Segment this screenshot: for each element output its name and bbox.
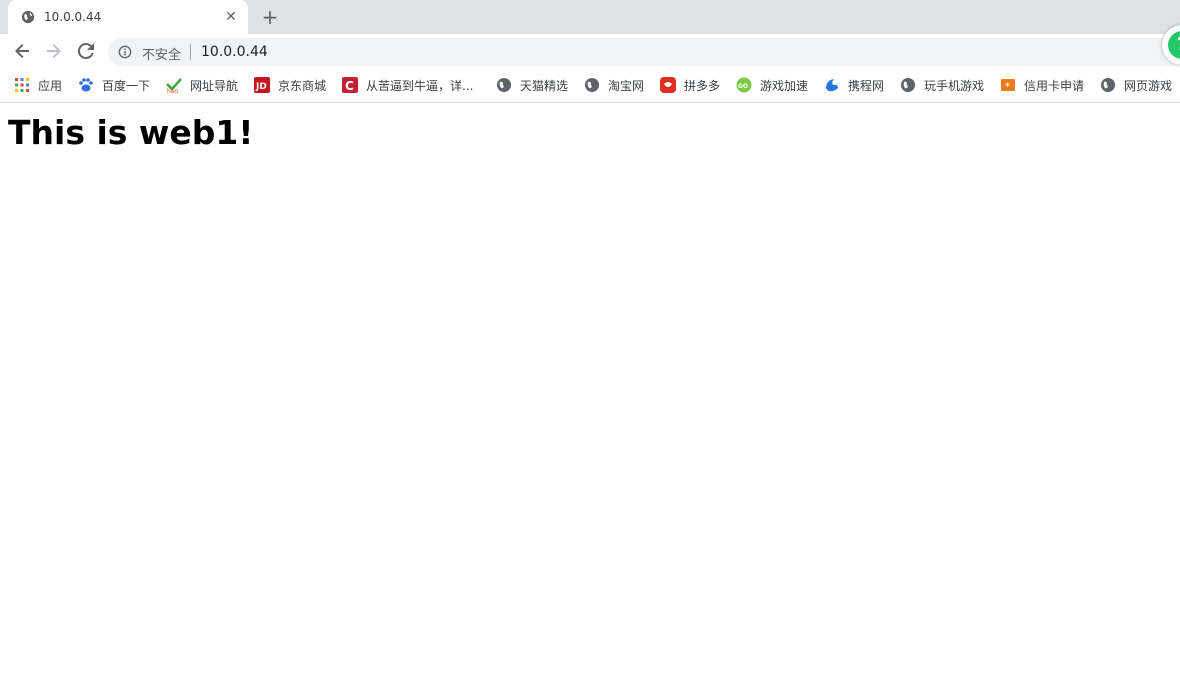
address-bar[interactable]: 不安全 10.0.0.44 xyxy=(108,38,1180,66)
game-boost-icon: GO xyxy=(736,77,752,93)
bookmark-mobile-games[interactable]: 玩手机游戏 xyxy=(900,76,984,94)
globe-icon xyxy=(901,78,915,92)
page-heading: This is web1! xyxy=(8,113,254,152)
svg-text:C: C xyxy=(345,79,354,93)
ctrip-icon xyxy=(826,79,838,92)
bookmark-pinduoduo[interactable]: 拼多多 xyxy=(660,76,720,94)
toolbar: 不安全 10.0.0.44 xyxy=(0,34,1180,68)
globe-icon xyxy=(497,78,511,92)
browser-window: 10.0.0.44 ✕ + 不安全 10.0.0.44 应用 百度一下 hao … xyxy=(0,0,1180,698)
bookmark-csdn[interactable]: C 从苦逼到牛逼，详... xyxy=(342,76,473,94)
bookmark-label: 百度一下 xyxy=(102,78,151,93)
bookmark-apps[interactable]: 应用 xyxy=(14,76,62,94)
bookmark-hao123[interactable]: hao 网址导航 xyxy=(166,76,238,94)
jd-icon: JD xyxy=(254,77,270,93)
bookmark-label: 天猫精选 xyxy=(520,78,569,93)
bookmark-label: 京东商城 xyxy=(278,78,327,93)
bookmark-label: 网址导航 xyxy=(190,78,239,93)
security-status[interactable]: 不安全 xyxy=(142,44,181,63)
svg-text:*: * xyxy=(1005,82,1010,92)
forward-arrow-icon xyxy=(47,44,61,58)
csdn-icon: C xyxy=(342,77,358,93)
bookmark-baidu[interactable]: 百度一下 xyxy=(78,76,150,94)
bookmark-taobao[interactable]: 淘宝网 xyxy=(584,76,644,94)
bookmark-label: 携程网 xyxy=(848,78,885,93)
globe-icon xyxy=(21,10,35,24)
svg-text:JD: JD xyxy=(255,82,267,92)
back-button[interactable] xyxy=(10,39,34,63)
baidu-paw-icon xyxy=(79,78,93,92)
bookmark-label: 淘宝网 xyxy=(608,78,645,93)
extension-icon: ? xyxy=(1168,31,1180,59)
bookmark-jd[interactable]: JD 京东商城 xyxy=(254,76,326,94)
page-content: This is web1! xyxy=(0,103,1180,698)
tab-strip: 10.0.0.44 ✕ + xyxy=(0,0,1180,34)
tab-close-icon[interactable]: ✕ xyxy=(222,8,240,26)
bookmark-label: 网页游戏 xyxy=(1124,78,1173,93)
reload-button[interactable] xyxy=(74,39,98,63)
bookmark-credit-card[interactable]: * 信用卡申请 xyxy=(1000,76,1084,94)
url-text[interactable]: 10.0.0.44 xyxy=(201,44,268,60)
credit-card-icon: * xyxy=(1001,79,1015,92)
tab-title: 10.0.0.44 xyxy=(44,10,102,24)
bookmark-label: 玩手机游戏 xyxy=(924,78,985,93)
bookmark-game-boost[interactable]: GO 游戏加速 xyxy=(736,76,808,94)
bookmark-tmall[interactable]: 天猫精选 xyxy=(496,76,568,94)
hao123-icon: hao xyxy=(166,78,182,93)
bookmark-web-games[interactable]: 网页游戏 xyxy=(1100,76,1172,94)
globe-icon xyxy=(1101,78,1115,92)
bookmark-label: 从苦逼到牛逼，详... xyxy=(366,78,474,93)
svg-text:GO: GO xyxy=(738,83,748,90)
svg-text:hao: hao xyxy=(167,88,178,93)
new-tab-button[interactable]: + xyxy=(259,6,281,28)
forward-button[interactable] xyxy=(42,39,66,63)
back-arrow-icon xyxy=(15,44,29,58)
bookmark-label: 信用卡申请 xyxy=(1024,78,1085,93)
info-icon[interactable] xyxy=(118,45,132,59)
omnibox-divider xyxy=(190,44,191,60)
globe-icon xyxy=(585,78,599,92)
reload-icon xyxy=(78,43,94,59)
bookmark-label: 应用 xyxy=(38,78,63,93)
bookmark-label: 拼多多 xyxy=(684,78,721,93)
tab-active[interactable]: 10.0.0.44 ✕ xyxy=(8,0,248,34)
bookmark-label: 游戏加速 xyxy=(760,78,809,93)
pinduoduo-icon xyxy=(660,77,676,93)
apps-grid-icon xyxy=(15,78,29,92)
bookmark-ctrip[interactable]: 携程网 xyxy=(824,76,884,94)
bookmarks-bar: 应用 百度一下 hao 网址导航 JD 京东商城 C 从苦逼到牛逼，详... 天… xyxy=(0,68,1180,103)
